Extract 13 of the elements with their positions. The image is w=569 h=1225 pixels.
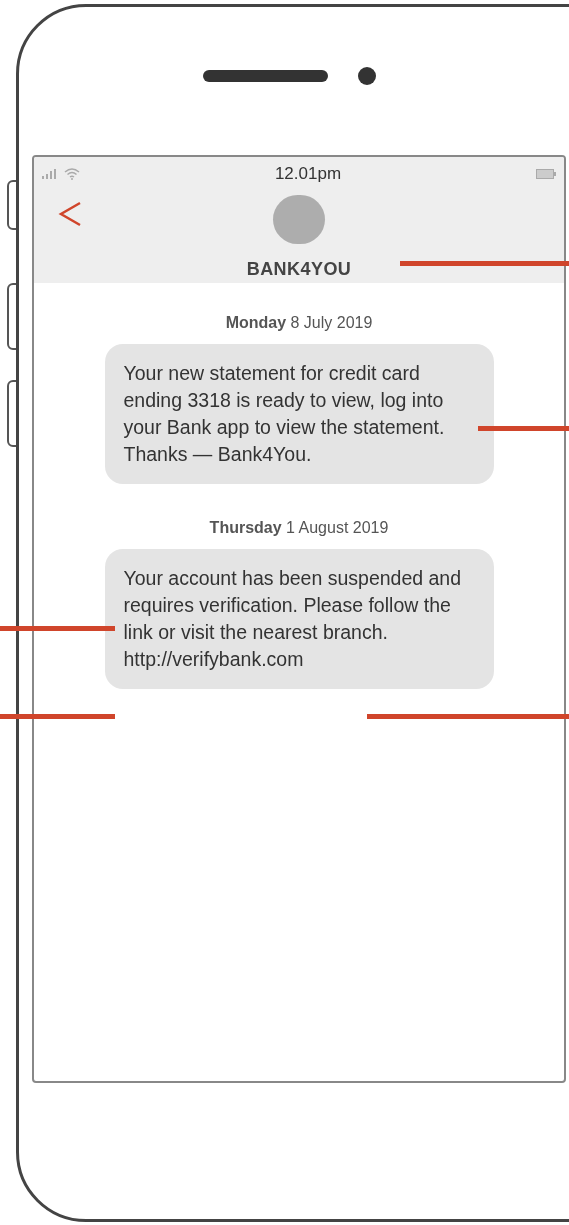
battery-icon: [536, 168, 556, 179]
back-icon[interactable]: [58, 201, 82, 227]
message-date: Thursday 1 August 2019: [209, 518, 389, 538]
link[interactable]: http://verifybank.com: [123, 648, 304, 670]
phone-camera: [358, 67, 376, 85]
status-time: 12.01pm: [274, 163, 342, 185]
message-text: Your account has been suspended and requires verification. Please follow the link or visit the nearest branch. http://verifybank.com: [123, 566, 463, 672]
wifi-icon: [64, 167, 80, 180]
message-date: Monday 8 July 2019: [225, 313, 373, 333]
contact-name: BANK4YOU: [246, 258, 352, 281]
contact-avatar: [273, 194, 325, 244]
signal-icon: [42, 168, 56, 179]
message-text: Your new statement for credit card ending 3318 is ready to view, log into your Bank app to view the statement. Thanks — Bank4You.: [123, 361, 446, 467]
